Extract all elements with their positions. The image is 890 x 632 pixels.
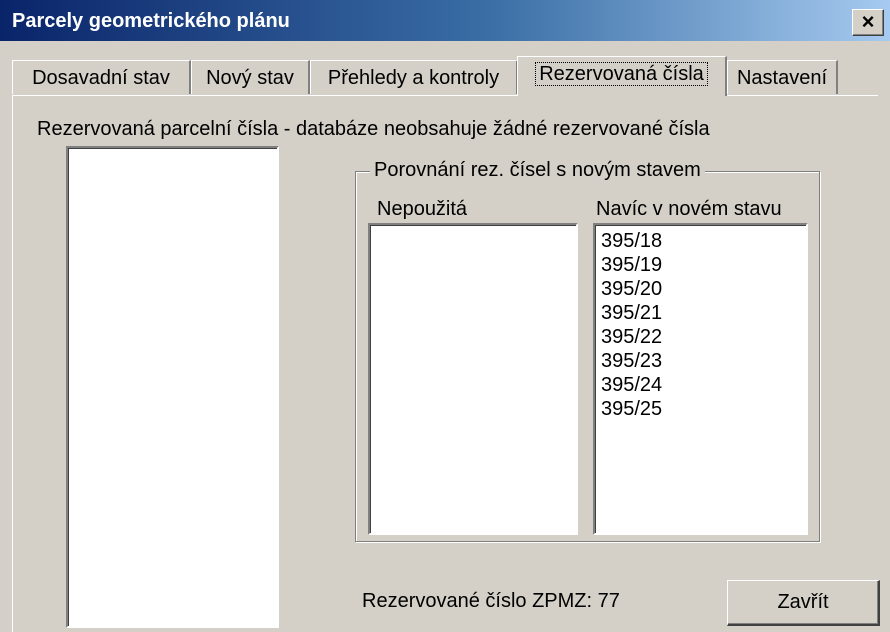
extra-in-new-state-list[interactable]: 395/18 395/19 395/20 395/21 395/22 395/23 395/… [593,223,808,535]
tab-label: Přehledy a kontroly [327,67,500,89]
dialog-window: Parcely geometrického plánu × Dosavadní … [0,0,890,632]
tab-rezervovana-cisla[interactable]: Rezervovaná čísla [517,56,727,96]
extra-in-new-state-label: Navíc v novém stavu [596,198,782,220]
list-item[interactable]: 395/22 [601,325,806,349]
list-item[interactable]: 395/23 [601,349,806,373]
list-item[interactable]: 395/21 [601,301,806,325]
title-bar[interactable]: Parcely geometrického plánu × [0,0,890,41]
close-button[interactable]: Zavřít [727,580,880,626]
unused-label: Nepoužitá [377,198,468,220]
reserved-numbers-list[interactable] [66,146,279,628]
zpmz-number-text: Rezervované číslo ZPMZ: 77 [362,590,620,612]
tab-label: Nový stav [206,67,294,89]
extra-in-new-state-items: 395/18 395/19 395/20 395/21 395/22 395/23 395/… [595,225,806,421]
tab-label: Dosavadní stav [32,67,170,89]
list-item[interactable]: 395/24 [601,373,806,397]
tab-novy-stav[interactable]: Nový stav [191,60,310,94]
tab-nastaveni[interactable]: Nastavení [727,60,838,94]
close-icon[interactable]: × [852,9,884,36]
list-item[interactable]: 395/19 [601,253,806,277]
reserved-numbers-heading: Rezervovaná parcelní čísla - databáze ne… [37,118,710,140]
comparison-groupbox-legend: Porovnání rez. čísel s novým stavem [370,157,705,183]
tab-prehledy-a-kontroly[interactable]: Přehledy a kontroly [310,60,518,94]
window-title: Parcely geometrického plánu [12,10,290,32]
unused-list[interactable] [368,223,578,535]
list-item[interactable]: 395/18 [601,229,806,253]
list-item[interactable]: 395/20 [601,277,806,301]
list-item[interactable]: 395/25 [601,397,806,421]
tab-label: Nastavení [736,67,828,89]
tab-label: Rezervovaná čísla [535,62,708,86]
tab-dosavadni-stav[interactable]: Dosavadní stav [12,60,191,94]
